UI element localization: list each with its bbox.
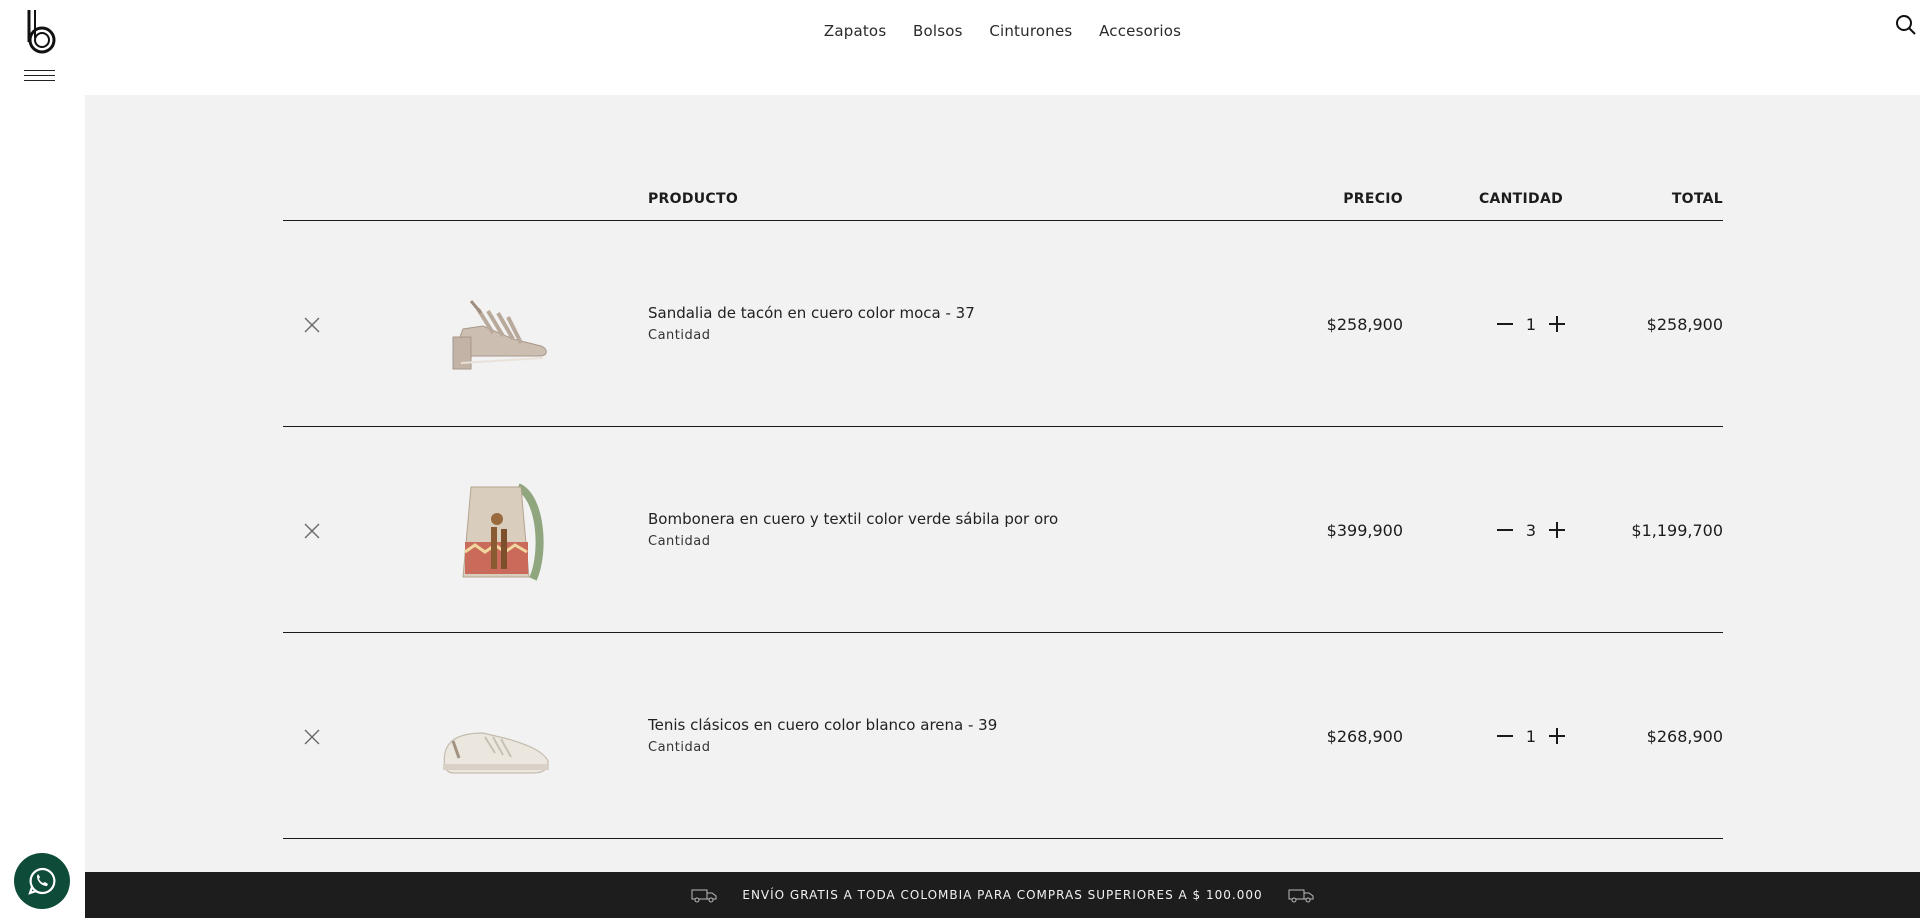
quantity-value[interactable]: 3	[1526, 521, 1536, 540]
product-image-sneaker[interactable]	[423, 663, 573, 813]
line-total: $268,900	[1646, 727, 1723, 746]
truck-icon	[1288, 889, 1314, 903]
cart-row: Sandalia de tacón en cuero color moca - …	[283, 221, 1723, 427]
unit-price: $258,900	[1326, 315, 1403, 334]
whatsapp-button[interactable]	[14, 853, 70, 909]
quantity-stepper: 3	[1496, 517, 1566, 543]
quantity-stepper: 1	[1496, 311, 1566, 337]
quantity-label: Cantidad	[648, 534, 711, 549]
product-image-bag[interactable]	[423, 457, 573, 607]
nav-item-zapatos[interactable]: Zapatos	[824, 22, 886, 40]
cart-row: Tenis clásicos en cuero color blanco are…	[283, 633, 1723, 839]
product-image-sandal[interactable]	[423, 251, 573, 401]
quantity-label: Cantidad	[648, 328, 711, 343]
product-name[interactable]: Sandalia de tacón en cuero color moca - …	[648, 304, 975, 322]
unit-price: $268,900	[1326, 727, 1403, 746]
decrease-quantity-button[interactable]	[1496, 727, 1514, 745]
remove-item-icon[interactable]	[303, 522, 321, 540]
nav-item-accesorios[interactable]: Accesorios	[1099, 22, 1181, 40]
cart-header-row: PRODUCTO PRECIO CANTIDAD TOTAL	[283, 185, 1723, 221]
increase-quantity-button[interactable]	[1548, 315, 1566, 333]
quantity-label: Cantidad	[648, 740, 711, 755]
cart-table: PRODUCTO PRECIO CANTIDAD TOTAL Sandalia …	[283, 185, 1723, 839]
promo-bar: ENVÍO GRATIS A TODA COLOMBIA PARA COMPRA…	[85, 872, 1920, 918]
remove-item-icon[interactable]	[303, 728, 321, 746]
main-nav: Zapatos Bolsos Cinturones Accesorios	[85, 22, 1920, 41]
promo-text: ENVÍO GRATIS A TODA COLOMBIA PARA COMPRA…	[742, 888, 1263, 902]
remove-item-icon[interactable]	[303, 316, 321, 334]
unit-price: $399,900	[1326, 521, 1403, 540]
header: Zapatos Bolsos Cinturones Accesorios	[85, 0, 1920, 95]
cart-row: Bombonera en cuero y textil color verde …	[283, 427, 1723, 633]
brand-logo[interactable]	[24, 8, 60, 56]
nav-item-bolsos[interactable]: Bolsos	[913, 22, 963, 40]
product-name[interactable]: Tenis clásicos en cuero color blanco are…	[648, 716, 997, 734]
line-total: $1,199,700	[1631, 521, 1723, 540]
cart-page: PRODUCTO PRECIO CANTIDAD TOTAL Sandalia …	[85, 95, 1920, 872]
truck-icon	[691, 889, 717, 903]
decrease-quantity-button[interactable]	[1496, 521, 1514, 539]
increase-quantity-button[interactable]	[1548, 521, 1566, 539]
header-product: PRODUCTO	[648, 191, 739, 207]
decrease-quantity-button[interactable]	[1496, 315, 1514, 333]
sidebar	[0, 0, 85, 918]
header-quantity: CANTIDAD	[1478, 191, 1563, 207]
quantity-stepper: 1	[1496, 723, 1566, 749]
hamburger-menu-icon[interactable]	[24, 70, 55, 84]
line-total: $258,900	[1646, 315, 1723, 334]
header-total: TOTAL	[1671, 191, 1723, 207]
nav-item-cinturones[interactable]: Cinturones	[989, 22, 1072, 40]
header-price: PRECIO	[1343, 191, 1403, 207]
increase-quantity-button[interactable]	[1548, 727, 1566, 745]
product-name[interactable]: Bombonera en cuero y textil color verde …	[648, 510, 1058, 528]
whatsapp-icon	[28, 867, 56, 895]
search-icon[interactable]	[1895, 14, 1917, 36]
quantity-value[interactable]: 1	[1526, 315, 1536, 334]
quantity-value[interactable]: 1	[1526, 727, 1536, 746]
